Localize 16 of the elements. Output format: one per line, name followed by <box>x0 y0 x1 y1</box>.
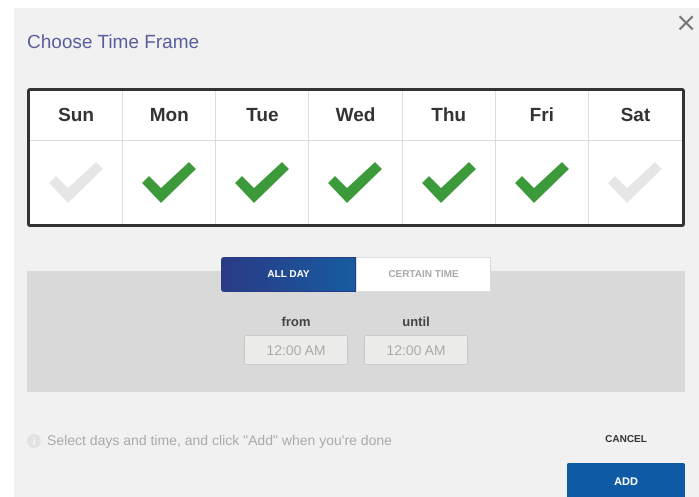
day-header: Mon <box>123 91 216 141</box>
day-header: Sat <box>588 91 682 141</box>
day-header: Sun <box>30 91 124 141</box>
close-button[interactable]: × <box>675 10 697 36</box>
add-button[interactable]: ADD <box>567 463 685 497</box>
until-label: until <box>402 314 430 329</box>
from-label: from <box>282 314 310 329</box>
day-header: Tue <box>216 91 310 141</box>
mode-tab[interactable]: ALL DAY <box>221 257 356 292</box>
hint-text: Select days and time, and click "Add" when you're done <box>47 432 392 448</box>
dialog-title: Choose Time Frame <box>27 32 200 54</box>
day-header: Thu <box>402 91 496 141</box>
mode-tab[interactable]: CERTAIN TIME <box>356 257 491 292</box>
cancel-button[interactable]: CANCEL <box>601 430 651 449</box>
day-header: Fri <box>496 91 589 141</box>
day-header: Wed <box>309 91 403 141</box>
